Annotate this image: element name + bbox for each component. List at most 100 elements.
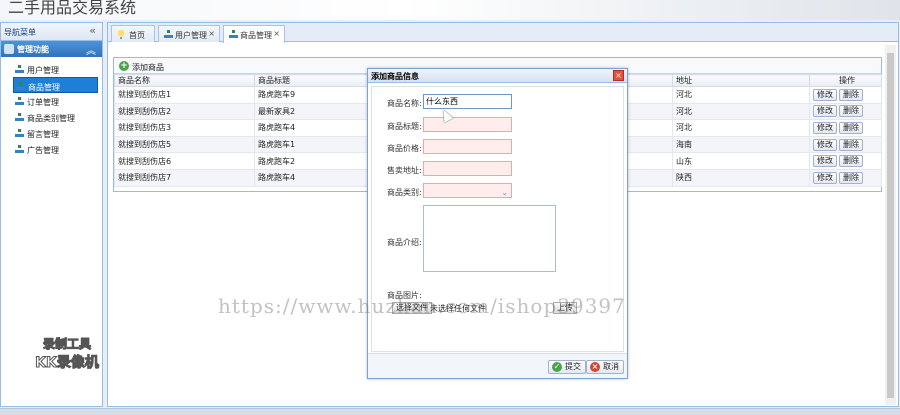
edit-button[interactable]: 修改 — [813, 121, 837, 134]
sidebar-title: 导航菜单 — [4, 28, 36, 37]
column-header-address[interactable]: 地址 — [672, 74, 810, 87]
collapse-sidebar-icon[interactable]: « — [89, 24, 96, 37]
menu-group-admin[interactable]: 管理功能 ︽ — [1, 41, 102, 57]
sidebar-item-category-management[interactable]: 商品类别管理 — [13, 109, 98, 125]
tree-icon — [229, 30, 238, 39]
edit-button[interactable]: 修改 — [813, 171, 837, 184]
cell-name: 就搜到刮伤店2 — [114, 102, 255, 121]
cell-name: 就搜到刮伤店5 — [114, 135, 255, 154]
edit-button[interactable]: 修改 — [813, 138, 837, 151]
product-title-field[interactable] — [423, 117, 512, 132]
tab-label: 用户管理 — [175, 31, 207, 40]
folder-icon — [4, 44, 14, 54]
product-intro-textarea[interactable] — [423, 205, 556, 272]
cell-ops: 修改 删除 — [809, 86, 882, 104]
tree-icon — [15, 97, 24, 105]
tab-bar: 首页 用户管理 × 商品管理 × — [108, 23, 898, 43]
add-product-button[interactable]: 添加商品 — [132, 62, 164, 73]
recorder-watermark: 录制工具 KK录像机 — [26, 335, 108, 372]
name-label: 商品名称: — [387, 99, 422, 108]
tab-label: 首页 — [129, 31, 145, 40]
cell-name: 就搜到刮伤店3 — [114, 119, 255, 137]
dialog-title: 添加商品信息 — [371, 72, 419, 81]
product-name-field[interactable]: 什么东西 — [423, 94, 512, 109]
vertical-scrollbar[interactable] — [885, 45, 896, 405]
category-label: 商品类别: — [387, 188, 422, 197]
edit-button[interactable]: 修改 — [813, 105, 837, 118]
delete-button[interactable]: 删除 — [839, 138, 863, 151]
cell-name: 就搜到刮伤店7 — [114, 168, 255, 187]
cancel-button[interactable]: × 取消 — [586, 360, 624, 374]
sidebar-item-message-management[interactable]: 留言管理 — [13, 125, 98, 141]
chevron-down-icon: ⌄ — [501, 188, 508, 197]
tab-home[interactable]: 首页 — [111, 25, 155, 42]
sidebar-item-order-management[interactable]: 订单管理 — [13, 93, 98, 109]
tree-icon — [164, 30, 173, 39]
tree-icon — [15, 129, 24, 137]
cell-ops: 修改 删除 — [809, 168, 882, 187]
sidebar-item-label: 商品类别管理 — [27, 114, 75, 123]
app-title: 二手用品交易系统 — [8, 0, 137, 17]
cell-name: 就搜到刮伤店1 — [114, 86, 255, 104]
add-icon[interactable]: + — [119, 61, 129, 71]
dialog-header[interactable]: 添加商品信息 × — [368, 69, 627, 83]
column-header-name[interactable]: 商品名称 — [114, 74, 255, 87]
close-icon[interactable]: × — [208, 29, 215, 38]
close-icon[interactable]: × — [613, 70, 624, 81]
cell-address: 海南 — [672, 135, 810, 154]
sale-address-field[interactable] — [423, 161, 512, 176]
column-header-ops: 操作 — [809, 74, 882, 87]
check-icon: ✓ — [552, 362, 562, 372]
tree-icon — [16, 82, 25, 90]
cell-address: 陕西 — [672, 168, 810, 187]
sidebar-item-user-management[interactable]: 用户管理 — [13, 61, 98, 77]
tree-icon — [15, 65, 24, 73]
delete-button[interactable]: 删除 — [839, 155, 863, 168]
cancel-icon: × — [590, 362, 600, 372]
tab-product-management[interactable]: 商品管理 × — [223, 25, 285, 43]
edit-button[interactable]: 修改 — [813, 155, 837, 168]
sidebar-item-label: 用户管理 — [27, 66, 59, 75]
address-label: 售卖地址: — [387, 166, 422, 175]
edit-button[interactable]: 修改 — [813, 88, 837, 101]
tab-user-management[interactable]: 用户管理 × — [158, 25, 220, 42]
delete-button[interactable]: 删除 — [839, 105, 863, 118]
app-header: 二手用品交易系统 — [0, 0, 900, 20]
watermark-text: https://www.huzhan.com/ishop39397 — [218, 294, 626, 318]
cell-name: 就搜到刮伤店6 — [114, 152, 255, 170]
tab-label: 商品管理 — [240, 31, 272, 40]
sidebar-item-label: 商品管理 — [28, 83, 60, 92]
add-product-dialog: 添加商品信息 × 商品名称: 什么东西 商品标题: 商品价格: 售卖地址: 商品… — [367, 68, 628, 379]
sidebar-item-label: 广告管理 — [27, 146, 59, 155]
delete-button[interactable]: 删除 — [839, 121, 863, 134]
cell-address: 河北 — [672, 86, 810, 104]
cell-ops: 修改 删除 — [809, 152, 882, 170]
delete-button[interactable]: 删除 — [839, 171, 863, 184]
lightbulb-icon — [117, 30, 125, 39]
product-price-field[interactable] — [423, 139, 512, 154]
bottom-bar — [0, 408, 900, 415]
tree-icon — [15, 113, 24, 121]
chevron-up-icon[interactable]: ︽ — [86, 42, 96, 57]
title-label: 商品标题: — [387, 122, 422, 131]
sidebar-item-ad-management[interactable]: 广告管理 — [13, 141, 98, 157]
recorder-line-2: KK录像机 — [35, 355, 100, 372]
submit-button[interactable]: ✓ 提交 — [548, 360, 586, 374]
sidebar-item-label: 留言管理 — [27, 130, 59, 139]
cancel-label: 取消 — [603, 362, 619, 371]
sidebar-item-product-management[interactable]: 商品管理 — [13, 77, 98, 93]
intro-label: 商品介绍: — [387, 238, 422, 247]
scrollbar-thumb[interactable] — [887, 53, 894, 398]
submit-label: 提交 — [565, 362, 581, 371]
category-select[interactable]: ⌄ — [423, 183, 512, 198]
delete-button[interactable]: 删除 — [839, 88, 863, 101]
sidebar-menu: 用户管理 商品管理 订单管理 商品类别管理 留言管理 广告管理 — [1, 57, 102, 157]
cell-address: 河北 — [672, 102, 810, 121]
close-icon[interactable]: × — [273, 29, 280, 38]
cell-ops: 修改 删除 — [809, 119, 882, 137]
recorder-line-1: 录制工具 — [42, 337, 91, 352]
sidebar-header: 导航菜单 « — [1, 23, 102, 41]
menu-group-label: 管理功能 — [17, 45, 49, 54]
cell-address: 山东 — [672, 152, 810, 170]
cell-ops: 修改 删除 — [809, 135, 882, 154]
